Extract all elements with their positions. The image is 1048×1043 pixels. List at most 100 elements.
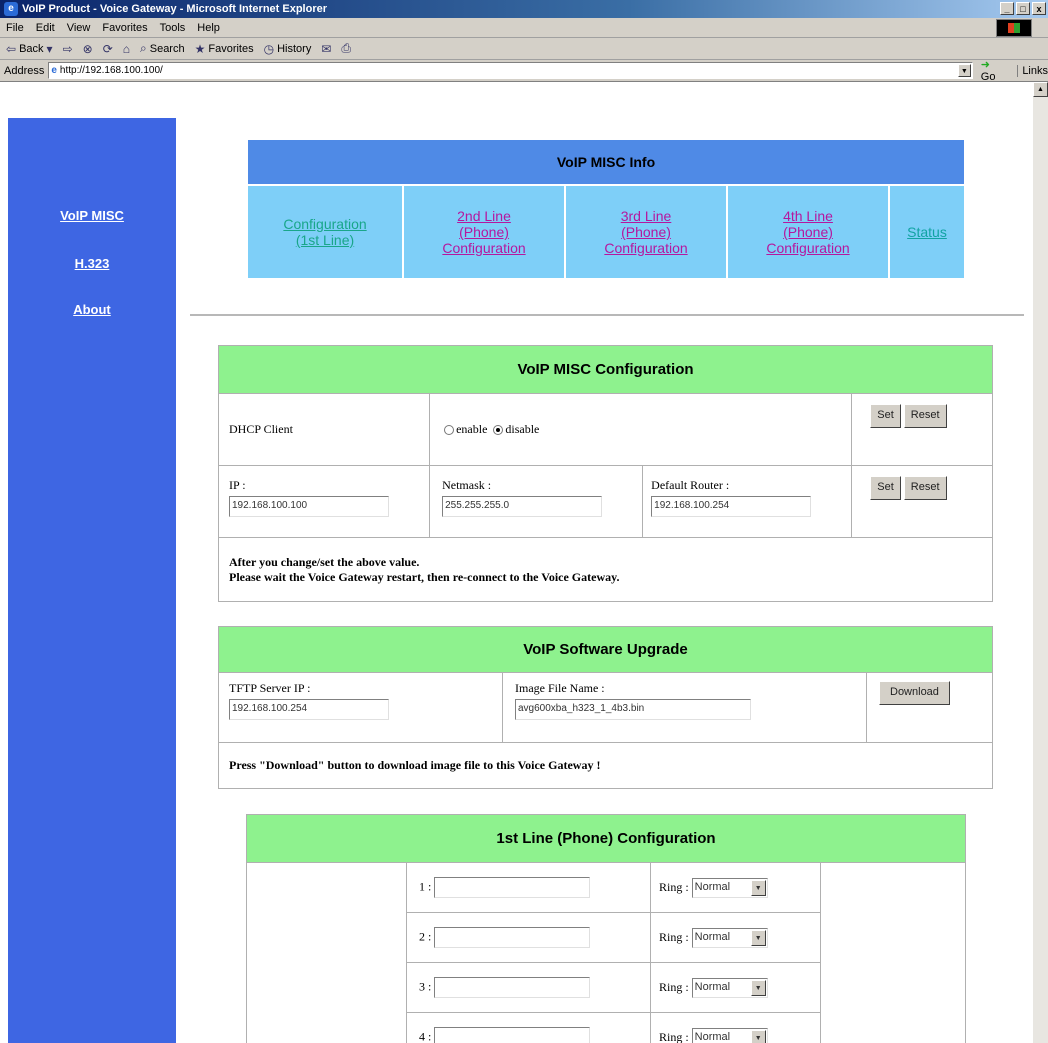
home-button[interactable]: ⌂ [123,42,130,56]
sidebar-item-about[interactable]: About [8,302,176,317]
search-label: Search [149,42,185,55]
stop-icon: ⊗ [82,41,93,56]
forward-button[interactable]: ⇨ [63,42,73,56]
scroll-up-icon[interactable]: ▲ [1033,82,1048,97]
ip-cell: IP : 192.168.100.100 [217,465,431,538]
ip-input[interactable]: 192.168.100.100 [229,496,389,517]
tab-3rd-line[interactable]: 3rd Line (Phone) Configuration [566,186,726,278]
phone-number-input-2[interactable] [434,927,591,948]
phone-number-input-3[interactable] [434,977,591,998]
address-label: Address [4,64,45,77]
tab-4th-line[interactable]: 4th Line (Phone) Configuration [728,186,888,278]
menu-edit[interactable]: Edit [36,22,55,34]
tab-label-line: 2nd Line [457,208,511,224]
horizontal-divider [190,314,1024,316]
sidebar-item-h323[interactable]: H.323 [8,256,176,271]
print-button[interactable]: ⎙ [341,41,351,56]
menu-favorites[interactable]: Favorites [102,22,147,34]
line1-row-3-number: 3 : [406,962,651,1013]
download-button[interactable]: Download [879,681,950,705]
ring-select-4[interactable]: Normal ▼ [691,1027,768,1043]
ring-select-3[interactable]: Normal ▼ [691,977,768,998]
chevron-down-icon: ▼ [750,879,766,896]
close-button[interactable]: x [1032,2,1046,15]
router-input[interactable]: 192.168.100.254 [651,496,812,517]
dhcp-enable-label: enable [456,422,488,436]
history-icon: ◷ [263,41,275,56]
netmask-input[interactable]: 255.255.255.0 [442,496,603,517]
links-button[interactable]: Links [1017,64,1048,77]
ring-value: Normal [694,980,731,993]
tab-label-line: 4th Line [783,208,833,224]
row-index: 2 : [419,929,432,944]
tab-2nd-line-link[interactable]: 2nd Line (Phone) Configuration [442,208,525,256]
misc-config-table: VoIP MISC Configuration DHCP Client enab… [217,345,993,602]
menu-tools[interactable]: Tools [160,22,186,34]
history-button[interactable]: ◷ History [264,42,312,56]
search-button[interactable]: ⌕ Search [140,41,185,56]
vertical-scrollbar[interactable]: ▲ [1033,82,1048,1043]
ring-select-1[interactable]: Normal ▼ [691,877,768,898]
menu-view[interactable]: View [67,22,91,34]
address-dropdown-icon[interactable]: ▼ [957,64,971,77]
tftp-input[interactable]: 192.168.100.254 [229,699,389,720]
favorites-button[interactable]: ★ Favorites [195,42,254,56]
search-icon: ⌕ [140,41,147,55]
page-content: VoIP MISC H.323 About VoIP MISC Info Con… [0,82,1033,1043]
dropdown-arrow-icon: ▾ [46,41,53,56]
dhcp-label: DHCP Client [217,393,431,466]
stop-button[interactable]: ⊗ [83,42,93,56]
ring-label: Ring : [659,1029,689,1043]
mail-button[interactable]: ✉ [321,42,331,56]
browser-toolbar: ⇦ Back ▾ ⇨ ⊗ ⟳ ⌂ ⌕ Search ★ Favorites ◷ … [0,38,1048,60]
ring-label: Ring : [659,879,689,894]
minimize-button[interactable]: _ [1000,2,1014,15]
menu-help[interactable]: Help [197,22,220,34]
tab-4th-line-link[interactable]: 4th Line (Phone) Configuration [766,208,849,256]
download-cell: Download [866,672,993,743]
dhcp-disable-radio[interactable] [493,425,504,436]
home-icon: ⌂ [122,41,130,56]
restart-note-line1: After you change/set the above value. [229,554,420,569]
ip-set-button[interactable]: Set [870,476,901,500]
internet-explorer-icon: e [4,2,18,16]
sidebar-item-voip-misc[interactable]: VoIP MISC [8,208,176,223]
tab-status-link[interactable]: Status [907,224,947,240]
ring-value: Normal [694,880,731,893]
phone-number-input-1[interactable] [434,877,591,898]
address-bar: Address e http://192.168.100.100/ ▼ ➜ Go… [0,58,1048,83]
ring-label: Ring : [659,979,689,994]
tab-label-line: Configuration [766,240,850,256]
image-input[interactable]: avg600xba_h323_1_4b3.bin [515,699,751,720]
tab-3rd-line-link[interactable]: 3rd Line (Phone) Configuration [604,208,687,256]
address-input[interactable]: e http://192.168.100.100/ ▼ [48,62,973,79]
upgrade-title: VoIP Software Upgrade [218,626,993,673]
tab-label-line: (Phone) [459,224,509,240]
ring-select-2[interactable]: Normal ▼ [691,927,768,948]
dhcp-options: enable disable [429,393,853,466]
address-url: http://192.168.100.100/ [59,65,163,76]
tab-status[interactable]: Status [890,186,964,278]
dhcp-enable-radio[interactable] [444,425,455,436]
refresh-button[interactable]: ⟳ [103,42,113,56]
tab-configuration-1st-line-link[interactable]: Configuration (1st Line) [283,216,366,248]
dhcp-reset-button[interactable]: Reset [903,404,947,428]
back-label: Back [19,42,44,55]
voip-misc-info-table: VoIP MISC Info Configuration (1st Line) … [246,138,966,280]
menu-bar: File Edit View Favorites Tools Help [0,18,1048,38]
line1-blank-left [246,862,407,1043]
go-button[interactable]: ➜ Go [981,58,1008,83]
tab-configuration-1st-line[interactable]: Configuration (1st Line) [248,186,402,278]
ip-reset-button[interactable]: Reset [903,476,947,500]
back-arrow-icon: ⇦ [6,41,17,56]
back-button[interactable]: ⇦ Back ▾ [6,42,53,56]
netmask-label: Netmask : [442,478,492,492]
info-title: VoIP MISC Info [248,140,964,184]
line1-row-2-ring: Ring : Normal ▼ [650,912,821,963]
menu-file[interactable]: File [6,22,24,34]
maximize-button[interactable]: □ [1016,2,1030,15]
tab-2nd-line[interactable]: 2nd Line (Phone) Configuration [404,186,564,278]
router-label: Default Router : [651,478,730,492]
phone-number-input-4[interactable] [434,1027,591,1043]
dhcp-set-button[interactable]: Set [870,404,901,428]
